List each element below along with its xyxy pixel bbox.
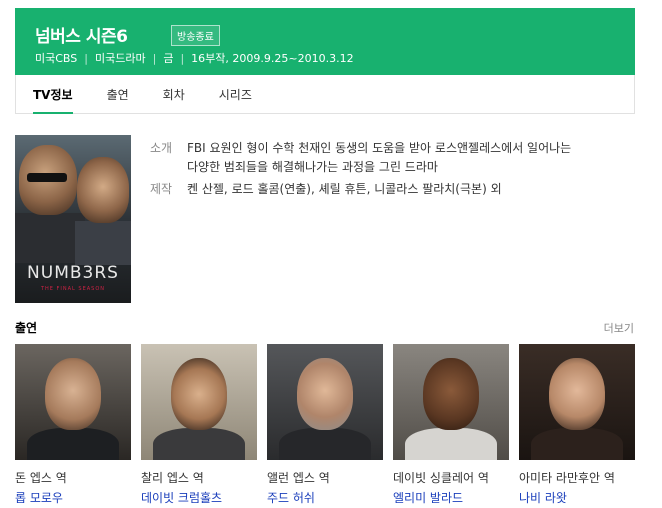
cast-role: 아미타 라만후안 역 xyxy=(519,471,615,485)
poster-image[interactable]: NUMB3RS THE FINAL SEASON xyxy=(15,135,131,303)
meta-broadcaster[interactable]: 미국CBS xyxy=(35,50,77,66)
photo-torso xyxy=(531,428,623,460)
photo-face xyxy=(423,358,479,430)
poster-face xyxy=(77,157,129,223)
poster-subtitle: THE FINAL SEASON xyxy=(40,286,106,292)
program-title[interactable]: 넘버스 시즌6 xyxy=(35,22,128,47)
producer-label: 제작 xyxy=(150,182,173,196)
photo-torso xyxy=(405,428,497,460)
tab-bar: TV정보 출연 회차 시리즈 xyxy=(15,75,635,114)
meta-genre[interactable]: 미국드라마 xyxy=(95,50,146,66)
poster-sunglasses xyxy=(27,173,67,182)
more-link[interactable]: 더보기 xyxy=(604,320,634,336)
intro-line: 다양한 범죄들을 해결해나가는 과정을 그린 드라마 xyxy=(187,160,438,174)
cast-list: 돈 엡스 역 롭 모로우 찰리 엡스 역 데이빗 크럼홀츠 앨런 엡스 역 주드… xyxy=(15,344,635,506)
cast-actor-link[interactable]: 롭 모로우 xyxy=(15,489,131,506)
cast-actor-link[interactable]: 나비 라왓 xyxy=(519,489,635,506)
photo-torso xyxy=(279,428,371,460)
photo-torso xyxy=(153,428,245,460)
intro-text: FBI 요원인 형이 수학 천재인 동생의 도움을 받아 로스앤젤레스에서 일어… xyxy=(187,139,571,177)
cast-photo[interactable] xyxy=(519,344,635,460)
program-meta: 미국CBS | 미국드라마 | 금 | 16부작, 2009.9.25~2010… xyxy=(35,50,354,66)
cast-role: 데이빗 싱클레어 역 xyxy=(393,471,489,485)
poster-logo: NUMB3RS xyxy=(27,263,119,283)
cast-photo[interactable] xyxy=(15,344,131,460)
producer-text: 켄 산젤, 로드 홀콤(연출), 셰릴 휴튼, 니콜라스 팔라치(극본) 외 xyxy=(187,182,502,196)
photo-face xyxy=(171,358,227,430)
cast-item[interactable]: 데이빗 싱클레어 역 엘리미 발라드 xyxy=(393,344,509,506)
status-badge: 방송종료 xyxy=(171,25,220,46)
cast-role: 찰리 엡스 역 xyxy=(141,471,204,485)
meta-airday: 금 xyxy=(163,52,174,65)
photo-face xyxy=(297,358,353,430)
tab-episodes[interactable]: 회차 xyxy=(146,75,202,113)
tab-series[interactable]: 시리즈 xyxy=(202,75,269,113)
meta-separator: | xyxy=(152,51,157,65)
cast-item[interactable]: 돈 엡스 역 롭 모로우 xyxy=(15,344,131,506)
intro-row: 소개 FBI 요원인 형이 수학 천재인 동생의 도움을 받아 로스앤젤레스에서… xyxy=(150,139,620,177)
cast-role: 돈 엡스 역 xyxy=(15,471,67,485)
photo-face xyxy=(45,358,101,430)
cast-item[interactable]: 찰리 엡스 역 데이빗 크럼홀츠 xyxy=(141,344,257,506)
cast-section-title: 출연 xyxy=(15,321,38,335)
cast-actor-link[interactable]: 데이빗 크럼홀츠 xyxy=(141,489,257,506)
cast-actor-link[interactable]: 주드 허쉬 xyxy=(267,489,383,506)
program-info: 소개 FBI 요원인 형이 수학 천재인 동생의 도움을 받아 로스앤젤레스에서… xyxy=(150,139,620,202)
tab-tv-info[interactable]: TV정보 xyxy=(16,75,90,114)
cast-photo[interactable] xyxy=(141,344,257,460)
photo-torso xyxy=(27,428,119,460)
cast-role: 앨런 엡스 역 xyxy=(267,471,330,485)
photo-face xyxy=(549,358,605,430)
tab-cast[interactable]: 출연 xyxy=(90,75,146,113)
poster-figure xyxy=(75,221,131,265)
cast-photo[interactable] xyxy=(267,344,383,460)
meta-separator: | xyxy=(84,51,88,65)
meta-episodes: 16부작, 2009.9.25~2010.3.12 xyxy=(191,52,354,65)
producer-row: 제작 켄 산젤, 로드 홀콤(연출), 셰릴 휴튼, 니콜라스 팔라치(극본) … xyxy=(150,180,620,199)
intro-label: 소개 xyxy=(150,141,173,155)
intro-line: FBI 요원인 형이 수학 천재인 동생의 도움을 받아 로스앤젤레스에서 일어… xyxy=(187,141,572,155)
cast-photo[interactable] xyxy=(393,344,509,460)
program-header: 넘버스 시즌6 방송종료 미국CBS | 미국드라마 | 금 | 16부작, 2… xyxy=(15,8,635,75)
meta-separator: | xyxy=(180,51,185,65)
cast-actor-link[interactable]: 엘리미 발라드 xyxy=(393,489,509,506)
cast-item[interactable]: 앨런 엡스 역 주드 허쉬 xyxy=(267,344,383,506)
cast-item[interactable]: 아미타 라만후안 역 나비 라왓 xyxy=(519,344,635,506)
